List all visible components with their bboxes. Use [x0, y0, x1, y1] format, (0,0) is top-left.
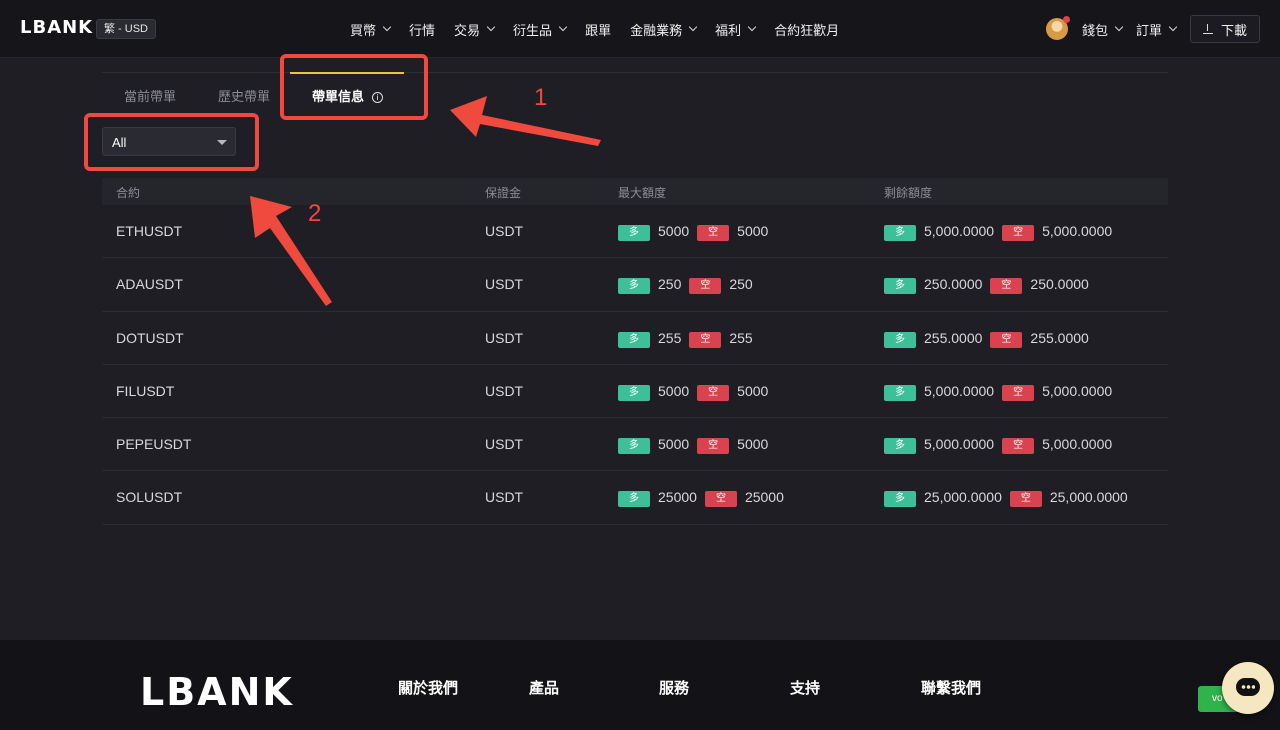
- footer-services: 服務: [659, 680, 690, 697]
- footer-support: 支持: [790, 680, 821, 697]
- annotation-arrows: [250, 96, 601, 306]
- chat-dots: [1241, 685, 1255, 689]
- chat-button[interactable]: [1222, 662, 1274, 714]
- footer-products: 產品: [529, 680, 560, 697]
- annotation-arrow-1: [450, 96, 601, 146]
- footer: LBANK 關於我們 產品 服務 支持 聯繫我們: [0, 640, 1280, 730]
- footer-logo[interactable]: LBANK: [140, 670, 294, 714]
- annotation-arrow-2: [250, 196, 332, 306]
- footer-contact: 聯繫我們: [921, 680, 982, 697]
- chat-icon: [1236, 678, 1260, 696]
- footer-about: 關於我們: [398, 680, 459, 697]
